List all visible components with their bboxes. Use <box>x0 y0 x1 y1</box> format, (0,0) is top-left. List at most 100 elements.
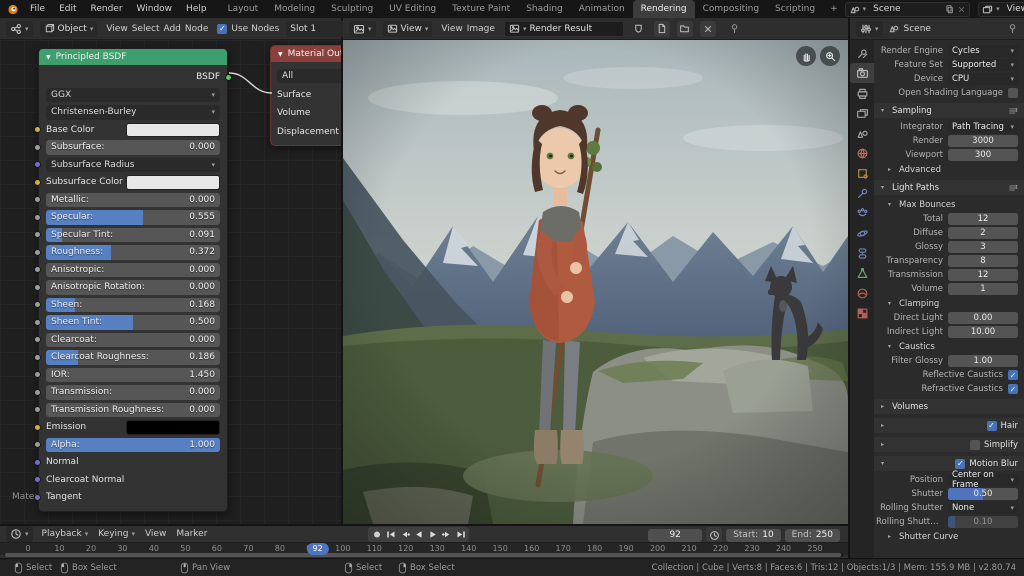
dropdown[interactable]: Christensen-Burley▾ <box>46 105 220 120</box>
prop-dropdown[interactable]: Path Tracing▾ <box>948 121 1018 133</box>
bsdf-input-emission[interactable]: Emission <box>46 420 220 435</box>
current-frame-indicator[interactable]: 92 <box>307 543 329 555</box>
gray-socket[interactable] <box>34 319 41 326</box>
section-checkbox[interactable]: ✓ <box>987 421 997 431</box>
panel-section-volumes[interactable]: ▸Volumes <box>874 399 1024 414</box>
gray-socket[interactable] <box>34 389 41 396</box>
editor-type-button[interactable]: ▾ <box>349 21 376 37</box>
output-input-surface[interactable]: Surface <box>277 87 341 102</box>
bsdf-input-base-color[interactable]: Base Color <box>46 123 220 138</box>
workspace-tab-uv-editing[interactable]: UV Editing <box>381 0 444 18</box>
bsdf-input-ior[interactable]: IOR:1.450 <box>46 368 220 383</box>
workspace-tab-texture-paint[interactable]: Texture Paint <box>444 0 518 18</box>
properties-tab-output[interactable] <box>850 83 874 103</box>
fake-user-icon[interactable] <box>631 21 647 37</box>
disclosure-open-icon[interactable]: ▾ <box>881 460 888 467</box>
output-input-volume[interactable]: Volume <box>277 106 341 121</box>
prop-number-field[interactable]: 300 <box>948 149 1018 161</box>
yellow-socket[interactable] <box>34 424 41 431</box>
value-slider[interactable]: Transmission Roughness:0.000 <box>46 403 220 418</box>
shader-type-dropdown[interactable]: Object▾ <box>40 21 98 37</box>
menu-help[interactable]: Help <box>179 4 214 14</box>
value-slider[interactable]: Specular:0.555 <box>46 210 220 225</box>
prop-checkbox[interactable]: ✓ <box>1008 384 1018 394</box>
menu-view[interactable]: View <box>439 24 464 34</box>
value-slider[interactable]: Anisotropic:0.000 <box>46 263 220 278</box>
add-workspace-button[interactable]: + <box>823 0 845 18</box>
disclosure-closed-icon[interactable]: ▸ <box>888 166 895 173</box>
collapse-icon[interactable]: ▼ <box>46 54 51 61</box>
gray-socket[interactable] <box>34 336 41 343</box>
workspace-tab-modeling[interactable]: Modeling <box>266 0 323 18</box>
prop-number-field[interactable]: 0.00 <box>948 312 1018 324</box>
unlink-scene-icon[interactable] <box>957 5 966 14</box>
purple-socket[interactable] <box>34 476 41 483</box>
dropdown[interactable]: GGX▾ <box>46 88 220 103</box>
output-input-displacement[interactable]: Displacement <box>277 124 341 139</box>
purple-socket[interactable] <box>34 459 41 466</box>
output-target-dropdown[interactable]: All <box>277 69 341 84</box>
gray-socket[interactable] <box>34 284 41 291</box>
properties-tab-physics[interactable] <box>850 223 874 243</box>
prop-checkbox[interactable]: ✓ <box>1008 370 1018 380</box>
panel-section-clamping[interactable]: ▾Clamping <box>888 297 1018 310</box>
prop-dropdown[interactable]: Supported▾ <box>948 59 1018 71</box>
principled-bsdf-header[interactable]: ▼ Principled BSDF <box>39 49 227 65</box>
panel-section-max-bounces[interactable]: ▾Max Bounces <box>888 198 1018 211</box>
prop-number-field[interactable]: 3 <box>948 241 1018 253</box>
menu-image[interactable]: Image <box>465 24 497 34</box>
value-slider[interactable]: Sheen:0.168 <box>46 298 220 313</box>
bsdf-input-anisotropic[interactable]: Anisotropic:0.000 <box>46 263 220 278</box>
prop-dropdown[interactable]: None▾ <box>948 502 1018 514</box>
panel-section-light-paths[interactable]: ▾Light Paths <box>874 180 1024 195</box>
bsdf-input-normal[interactable]: Normal <box>46 455 220 470</box>
editor-type-button[interactable]: ▾ <box>6 526 33 542</box>
bsdf-input-sheen[interactable]: Sheen:0.168 <box>46 298 220 313</box>
properties-tab-texture[interactable] <box>850 303 874 323</box>
bsdf-input-clearcoat-roughness[interactable]: Clearcoat Roughness:0.186 <box>46 350 220 365</box>
gray-socket[interactable] <box>34 144 41 151</box>
value-slider[interactable]: Specular Tint:0.091 <box>46 228 220 243</box>
prop-number-field[interactable]: 1.00 <box>948 355 1018 367</box>
prop-number-field[interactable]: 8 <box>948 255 1018 267</box>
bsdf-input-anisotropic-rotation[interactable]: Anisotropic Rotation:0.000 <box>46 280 220 295</box>
dropdown[interactable]: Subsurface Radius▾ <box>46 158 220 173</box>
panel-section-shutter-curve[interactable]: ▸Shutter Curve <box>888 530 1018 543</box>
bsdf-input-transmission[interactable]: Transmission:0.000 <box>46 385 220 400</box>
workspace-tab-layout[interactable]: Layout <box>220 0 267 18</box>
disclosure-closed-icon[interactable]: ▸ <box>881 403 888 410</box>
prop-slider[interactable]: 0.50 <box>948 488 1018 500</box>
gray-socket[interactable] <box>34 231 41 238</box>
presets-icon[interactable] <box>1008 106 1018 116</box>
material-output-header[interactable]: ▼ Material Output <box>271 46 341 62</box>
disclosure-open-icon[interactable]: ▾ <box>888 300 895 307</box>
value-slider[interactable]: Roughness:0.372 <box>46 245 220 260</box>
color-swatch[interactable] <box>126 123 220 138</box>
jump-end-button[interactable] <box>454 528 467 541</box>
bsdf-input-subsurface-color[interactable]: Subsurface Color <box>46 175 220 190</box>
presets-icon[interactable] <box>1008 183 1018 193</box>
color-swatch[interactable] <box>126 420 220 435</box>
play-reverse-button[interactable] <box>412 528 425 541</box>
color-swatch[interactable] <box>126 175 220 190</box>
menu-view[interactable]: View <box>104 24 129 34</box>
value-slider[interactable]: Transmission:0.000 <box>46 385 220 400</box>
prop-number-field[interactable]: 2 <box>948 227 1018 239</box>
record-button[interactable] <box>370 528 383 541</box>
prop-number-field[interactable]: 1 <box>948 283 1018 295</box>
image-mode-dropdown[interactable]: View▾ <box>383 21 433 37</box>
bsdf-input-clearcoat-normal[interactable]: Clearcoat Normal <box>46 473 220 488</box>
view-layer-selector[interactable]: ▾ View Layer <box>978 2 1024 17</box>
editor-type-button[interactable]: ▾ <box>6 21 33 37</box>
menu-edit[interactable]: Edit <box>52 4 83 14</box>
menu-render[interactable]: Render <box>84 4 130 14</box>
disclosure-open-icon[interactable]: ▾ <box>888 343 895 350</box>
scene-selector[interactable]: ▾ Scene <box>845 2 971 17</box>
material-output-node[interactable]: ▼ Material Output All Surface Volume Displ… <box>270 45 341 146</box>
gray-socket[interactable] <box>34 441 41 448</box>
menu-playback[interactable]: Playback▾ <box>42 529 89 539</box>
workspace-tab-shading[interactable]: Shading <box>518 0 571 18</box>
purple-socket[interactable] <box>34 161 41 168</box>
principled-bsdf-node[interactable]: ▼ Principled BSDF BSDF GGX▾Christensen-B… <box>38 48 228 512</box>
bsdf-input-roughness[interactable]: Roughness:0.372 <box>46 245 220 260</box>
